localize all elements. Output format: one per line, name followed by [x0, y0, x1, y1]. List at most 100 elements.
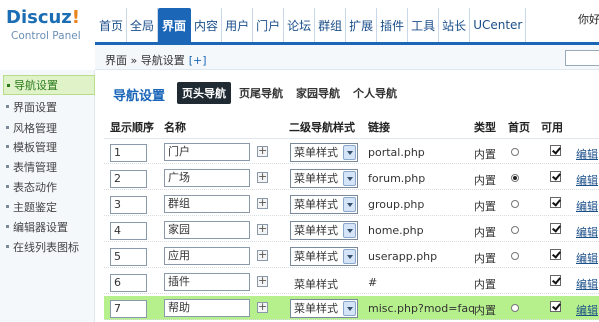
edit-link[interactable]: 编辑 [576, 146, 598, 162]
order-input[interactable]: 3 [110, 196, 147, 214]
sidebar: 导航设置界面设置 风格管理 模板管理 表情管理 表态动作 主题鉴定编辑器设置在线列表图标 [0, 70, 95, 322]
nav-item[interactable]: 界面 [158, 8, 192, 42]
edit-link[interactable]: 编辑 [576, 250, 598, 266]
sidebar-item[interactable]: 编辑器设置 [3, 217, 95, 237]
tab[interactable]: 家园导航 [291, 82, 345, 104]
page-title: 导航设置 [113, 89, 166, 104]
sidebar-item-label: 导航设置 [14, 79, 58, 92]
enabled-checkbox[interactable] [550, 301, 561, 312]
sidebar-item[interactable]: 界面设置 [3, 97, 95, 117]
chevron-down-icon[interactable] [343, 223, 356, 238]
edit-link[interactable]: 编辑 [576, 198, 598, 214]
home-radio[interactable] [511, 252, 519, 260]
bullet-icon [6, 165, 9, 168]
chevron-down-icon[interactable] [343, 145, 356, 160]
nav-item[interactable]: 用户 [222, 8, 254, 42]
add-subnav-icon[interactable]: + [257, 171, 268, 183]
sub-style-select[interactable]: 菜单样式 [290, 299, 358, 318]
add-subnav-icon[interactable]: + [257, 275, 268, 287]
bullet-icon [7, 84, 10, 87]
col-name: 名称 [164, 121, 186, 134]
nav-item[interactable]: 工具 [408, 8, 440, 42]
type-text: 内置 [474, 304, 496, 317]
enabled-checkbox[interactable] [550, 223, 561, 234]
sub-style-select[interactable]: 菜单样式 [290, 169, 358, 188]
enabled-checkbox[interactable] [550, 275, 561, 286]
name-input[interactable]: 群组 [164, 195, 250, 213]
sub-style-value: 菜单样式 [294, 198, 338, 211]
link-text: misc.php?mod=faq [368, 302, 476, 315]
tab[interactable]: 个人导航 [348, 82, 402, 104]
nav-item[interactable]: UCenter [470, 8, 527, 42]
col-enabled: 可用 [541, 121, 563, 134]
home-radio[interactable] [511, 174, 519, 182]
logo[interactable]: Discuz! Control Panel [6, 7, 94, 43]
name-input[interactable]: 插件 [164, 273, 250, 291]
name-input[interactable]: 帮助 [164, 299, 250, 317]
enabled-checkbox[interactable] [550, 249, 561, 260]
sidebar-item[interactable]: 主题鉴定 [3, 197, 95, 217]
add-subnav-icon[interactable]: + [257, 197, 268, 209]
order-input[interactable]: 4 [110, 222, 147, 240]
nav-item[interactable]: 站长 [439, 8, 471, 42]
add-subnav-icon[interactable]: + [257, 223, 268, 235]
edit-link[interactable]: 编辑 [576, 276, 598, 292]
add-shortcut-link[interactable]: [+] [189, 54, 207, 67]
tab[interactable]: 页头导航 [177, 82, 231, 104]
nav-item[interactable]: 内容 [191, 8, 223, 42]
table-row: 5 应用 + 菜单样式 userapp.php 内置 编辑 [104, 244, 599, 268]
search-input[interactable] [565, 50, 599, 66]
add-subnav-icon[interactable]: + [257, 145, 268, 157]
nav-item[interactable]: 门户 [253, 8, 285, 42]
sidebar-item-label: 编辑器设置 [13, 221, 68, 234]
sidebar-item[interactable]: 风格管理 [3, 118, 95, 138]
name-input[interactable]: 应用 [164, 247, 250, 265]
sidebar-item[interactable]: 表态动作 [3, 177, 95, 197]
sidebar-item[interactable]: 表情管理 [3, 157, 95, 177]
order-input[interactable]: 7 [110, 300, 147, 318]
order-input[interactable]: 6 [110, 274, 147, 292]
name-input[interactable]: 广场 [164, 169, 250, 187]
sub-style-select[interactable]: 菜单样式 [290, 247, 358, 266]
chevron-down-icon[interactable] [343, 249, 356, 264]
home-radio[interactable] [511, 226, 519, 234]
sub-style-select[interactable]: 菜单样式 [290, 195, 358, 214]
nav-item[interactable]: 群组 [315, 8, 347, 42]
order-input[interactable]: 5 [110, 248, 147, 266]
tab[interactable]: 页尾导航 [234, 82, 288, 104]
divider [104, 138, 599, 139]
link-text: home.php [368, 224, 424, 237]
sidebar-item[interactable]: 在线列表图标 [3, 237, 95, 257]
name-input[interactable]: 门户 [164, 143, 250, 161]
nav-item[interactable]: 扩展 [346, 8, 378, 42]
table-row: 7 帮助 + 菜单样式 misc.php?mod=faq 内置 编辑 [104, 296, 599, 320]
order-input[interactable]: 1 [110, 144, 147, 162]
nav-item[interactable]: 首页 [96, 8, 128, 42]
nav-item[interactable]: 全局 [127, 8, 159, 42]
chevron-down-icon[interactable] [343, 171, 356, 186]
bullet-icon [6, 145, 9, 148]
edit-link[interactable]: 编辑 [576, 224, 598, 240]
chevron-down-icon[interactable] [343, 301, 356, 316]
edit-link[interactable]: 编辑 [576, 172, 598, 188]
sidebar-item[interactable]: 导航设置 [3, 75, 95, 95]
sidebar-item[interactable]: 模板管理 [3, 137, 95, 157]
nav-item[interactable]: 插件 [377, 8, 409, 42]
add-subnav-icon[interactable]: + [257, 301, 268, 313]
enabled-checkbox[interactable] [550, 197, 561, 208]
sub-style-select[interactable]: 菜单样式 [290, 221, 358, 240]
nav-item[interactable]: 论坛 [284, 8, 316, 42]
chevron-down-icon[interactable] [343, 197, 356, 212]
edit-link[interactable]: 编辑 [576, 302, 598, 318]
enabled-checkbox[interactable] [550, 171, 561, 182]
home-radio[interactable] [511, 148, 519, 156]
col-order: 显示顺序 [110, 121, 154, 134]
sub-style-select[interactable]: 菜单样式 [290, 143, 358, 162]
name-input[interactable]: 家园 [164, 221, 250, 239]
type-text: 内置 [474, 174, 496, 187]
home-radio[interactable] [511, 200, 519, 208]
home-radio[interactable] [511, 304, 519, 312]
add-subnav-icon[interactable]: + [257, 249, 268, 261]
enabled-checkbox[interactable] [550, 145, 561, 156]
order-input[interactable]: 2 [110, 170, 147, 188]
